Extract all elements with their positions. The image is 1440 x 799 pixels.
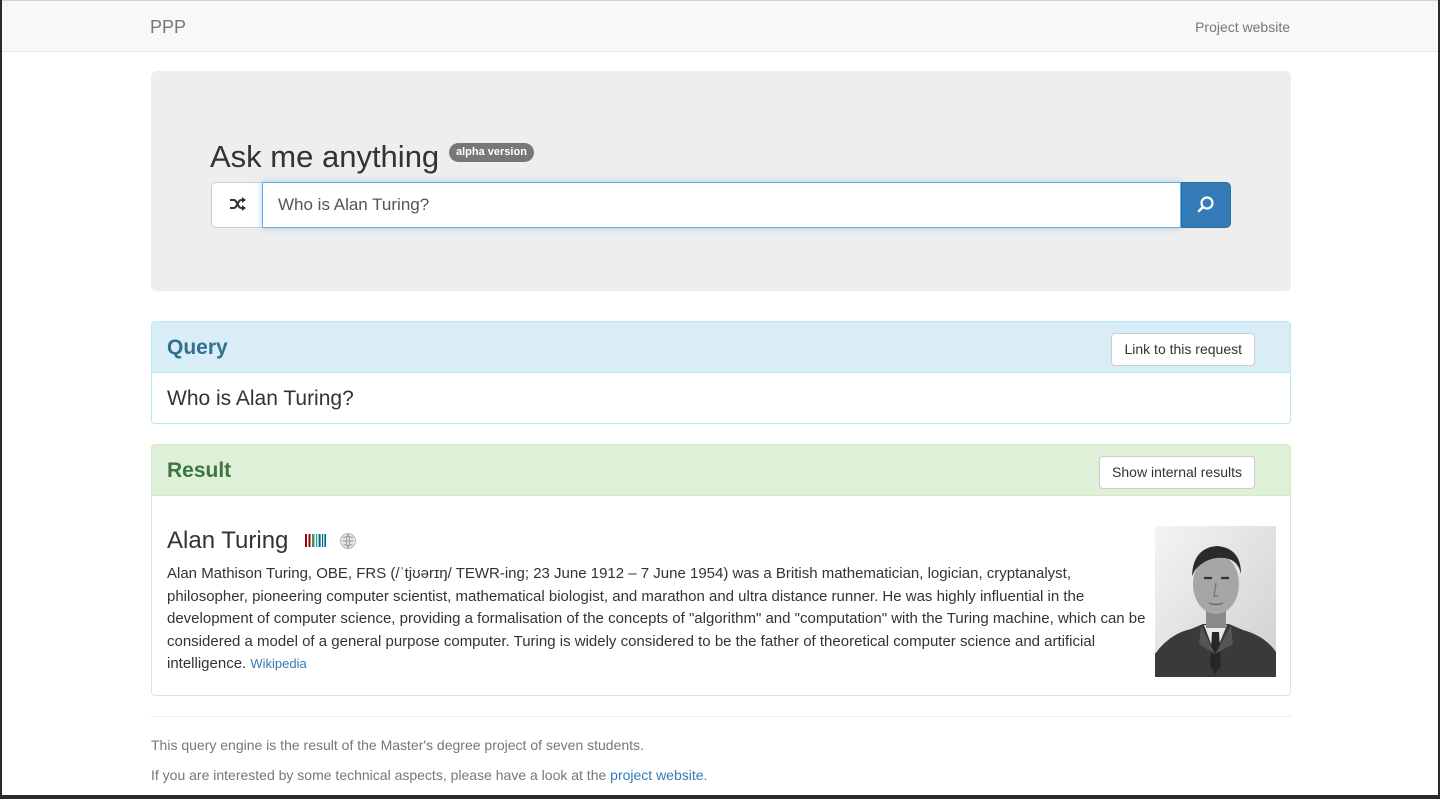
footer-technical-note: If you are interested by some technical … [151,767,707,783]
entity-description: Alan Mathison Turing, OBE, FRS (/ˈtjʊərɪ… [167,563,1147,676]
entity-portrait-image [1155,526,1276,677]
wikipedia-source-link[interactable]: Wikipedia [250,656,306,671]
entity-name: Alan Turing [167,527,289,554]
footer-project-website-link[interactable]: project website [610,767,703,783]
result-panel-heading: Result Show internal results [152,445,1290,496]
link-to-request-button[interactable]: Link to this request [1111,333,1255,366]
footer-note-end: . [703,767,708,783]
wikidata-icon[interactable] [305,534,326,552]
browser-viewport: PPP Project website Ask me anything alph… [2,0,1438,795]
query-text: Who is Alan Turing? [167,387,354,410]
result-panel-title: Result [167,459,232,482]
wikipedia-icon[interactable] [340,533,356,554]
alpha-badge: alpha version [449,143,534,162]
search-icon [1197,195,1215,216]
result-panel: Result Show internal results Alan Turing [151,444,1291,696]
search-input-group [211,182,1231,228]
brand-link[interactable]: PPP [150,17,186,38]
random-question-button[interactable] [211,182,263,228]
footer-text: This query engine is the result of the M… [151,737,644,753]
search-input[interactable] [262,182,1181,228]
description-text: Alan Mathison Turing, OBE, FRS (/ˈtjʊərɪ… [167,565,1146,672]
query-panel-heading: Query Link to this request [152,322,1290,373]
query-panel-title: Query [167,336,228,359]
search-jumbotron: Ask me anything alpha version [151,71,1291,291]
footer-note-text: If you are interested by some technical … [151,767,611,783]
navbar: PPP Project website [2,0,1438,52]
project-website-link[interactable]: Project website [1195,19,1290,35]
page-title: Ask me anything [210,139,440,174]
search-submit-button[interactable] [1181,182,1231,228]
shuffle-icon [229,196,247,215]
footer-divider [151,716,1291,717]
query-panel: Query Link to this request Who is Alan T… [151,321,1291,424]
show-internal-results-button[interactable]: Show internal results [1099,456,1255,489]
